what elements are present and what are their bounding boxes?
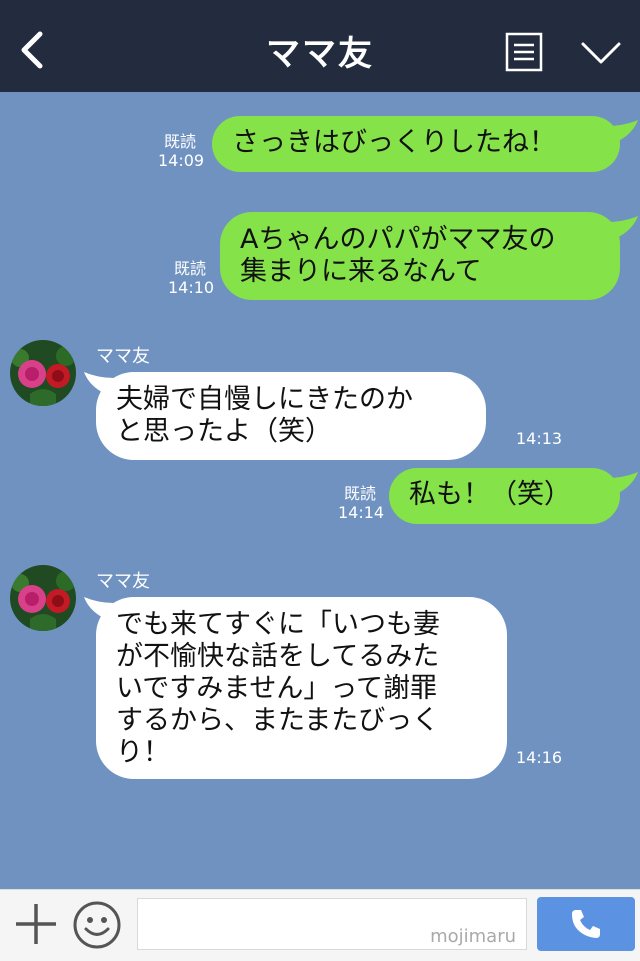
- smiley-icon[interactable]: [72, 900, 122, 950]
- message-text: するから、またまたびっく: [116, 705, 440, 736]
- chevron-down-icon[interactable]: [580, 40, 622, 66]
- sender-name: ママ友: [96, 571, 150, 592]
- message-time: 14:16: [516, 748, 563, 767]
- message-text: Aちゃんのパパがママ友の: [240, 224, 556, 255]
- message-text: と思ったよ（笑）: [116, 416, 332, 447]
- chat-title: ママ友: [266, 34, 374, 74]
- chat-header: ママ友: [0, 0, 640, 92]
- rose-icon: [10, 565, 76, 631]
- notes-icon[interactable]: [505, 32, 543, 72]
- plus-icon[interactable]: [14, 902, 58, 946]
- read-receipt: 既読: [163, 132, 196, 151]
- message-text: 私も！（笑）: [409, 479, 571, 510]
- input-bar: mojimaru: [0, 889, 640, 961]
- message-text: 夫婦で自慢しにきたのか: [116, 384, 413, 415]
- message-meta: 既読 14:09: [158, 132, 205, 170]
- incoming-message-bubble[interactable]: でも来てすぐに「いつも妻 が不愉快な話をしてるみた いですみません」って謝罪 す…: [96, 597, 507, 779]
- read-receipt: 既読: [173, 259, 206, 278]
- message-text: いですみません」って謝罪: [116, 673, 438, 704]
- message-time: 14:14: [338, 503, 385, 522]
- message-time: 14:13: [516, 429, 563, 448]
- message-meta: 既読 14:10: [168, 259, 215, 297]
- message-time: 14:10: [168, 278, 215, 297]
- rose-icon: [10, 340, 76, 406]
- contact-avatar[interactable]: [10, 340, 76, 406]
- message-text: でも来てすぐに「いつも妻: [116, 609, 440, 640]
- message-text: 集まりに来るなんて: [240, 256, 482, 287]
- bubble-tail: [606, 216, 638, 240]
- outgoing-message-bubble[interactable]: Aちゃんのパパがママ友の 集まりに来るなんて: [220, 212, 620, 300]
- chat-area[interactable]: 既読 14:09 さっきはびっくりしたね！ 既読 14:10 Aちゃんのパパがマ…: [0, 92, 640, 889]
- contact-avatar[interactable]: [10, 565, 76, 631]
- bubble-tail: [606, 472, 638, 496]
- message-input[interactable]: mojimaru: [137, 898, 527, 950]
- bubble-tail: [606, 120, 638, 144]
- call-button[interactable]: [537, 897, 635, 951]
- outgoing-message-bubble[interactable]: 私も！（笑）: [389, 468, 620, 524]
- message-text: り！: [116, 737, 170, 768]
- message-text: が不愉快な話をしてるみた: [116, 641, 440, 672]
- sender-name: ママ友: [96, 346, 150, 367]
- incoming-message-bubble[interactable]: 夫婦で自慢しにきたのか と思ったよ（笑）: [96, 372, 486, 460]
- outgoing-message-bubble[interactable]: さっきはびっくりしたね！: [212, 116, 620, 172]
- message-text: さっきはびっくりしたね！: [232, 127, 556, 158]
- message-time: 14:09: [158, 151, 205, 170]
- message-meta: 既読 14:14: [338, 484, 385, 522]
- phone-icon: [572, 910, 600, 938]
- read-receipt: 既読: [343, 484, 376, 503]
- watermark: mojimaru: [430, 926, 516, 947]
